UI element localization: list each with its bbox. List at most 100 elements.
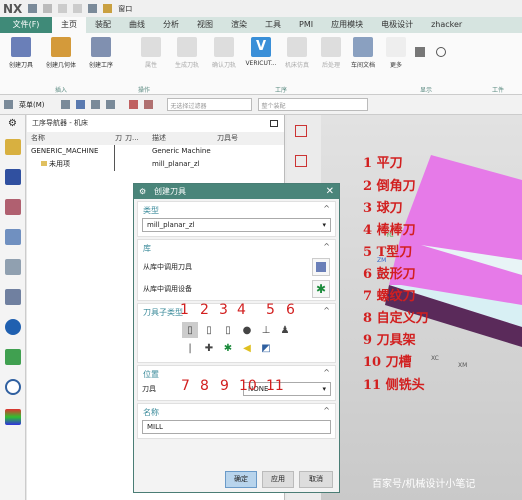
history-icon[interactable] bbox=[4, 379, 21, 395]
dialog-header: ⚙ 创建刀具 ✕ bbox=[134, 184, 339, 199]
collapse-icon[interactable]: ^ bbox=[323, 368, 330, 377]
dialog-title: 创建刀具 bbox=[154, 187, 186, 196]
menu-button[interactable]: 菜单(M) bbox=[19, 100, 45, 110]
color-palette-icon[interactable] bbox=[4, 409, 21, 425]
roles-icon[interactable] bbox=[4, 289, 21, 305]
collapse-icon[interactable]: ^ bbox=[323, 406, 330, 415]
generate-path-button[interactable]: 生成刀轨 bbox=[168, 37, 206, 69]
tab-tools[interactable]: 工具 bbox=[256, 17, 290, 33]
subtype-number: 9 bbox=[220, 378, 229, 394]
type-label: 类型 bbox=[143, 206, 159, 215]
tab-home[interactable]: 主页 bbox=[52, 17, 86, 33]
cancel-button[interactable]: 取消 bbox=[299, 471, 333, 488]
assembly-scope[interactable]: 整个装配 bbox=[257, 98, 368, 111]
collapse-icon[interactable]: ^ bbox=[323, 204, 330, 213]
mill-tool-icon[interactable]: ▯ bbox=[182, 322, 198, 338]
machine-sim-button[interactable]: 机床仿真 bbox=[278, 37, 316, 69]
copy-icon[interactable] bbox=[73, 4, 83, 13]
spherical-mill-icon[interactable]: ● bbox=[239, 322, 255, 338]
touch-mode-icon[interactable] bbox=[88, 4, 98, 13]
settings-icon[interactable]: ⚙ bbox=[0, 118, 25, 129]
geometry-view-icon[interactable] bbox=[90, 100, 100, 109]
name-input[interactable]: MILL bbox=[142, 420, 331, 434]
machine-navigator-icon[interactable] bbox=[4, 169, 21, 185]
maximize-icon[interactable] bbox=[270, 120, 278, 127]
selection-filter[interactable]: 无选择过滤器 bbox=[166, 98, 252, 111]
undo-icon[interactable] bbox=[43, 4, 53, 13]
t-cutter-icon[interactable]: ⊥ bbox=[258, 322, 274, 338]
navigator-title: 工序导航器 - 机床 bbox=[32, 119, 88, 127]
collapse-icon[interactable]: ^ bbox=[323, 242, 330, 251]
retrieve-device-button[interactable]: ✱ bbox=[312, 280, 330, 298]
properties-button[interactable]: 属性 bbox=[132, 37, 170, 69]
ribbon: 创建刀具 创建几何体 创建工序 属性 生成刀轨 确认刀轨 V VERICUT...… bbox=[0, 33, 522, 95]
annotation: 11 侧铣头 bbox=[363, 378, 425, 393]
col-name[interactable]: 名称 bbox=[27, 132, 115, 145]
window-menu[interactable]: 窗口 bbox=[118, 4, 132, 14]
save-icon[interactable] bbox=[28, 4, 38, 13]
ball-mill-icon[interactable]: ▯ bbox=[220, 322, 236, 338]
table-row[interactable]: 未用项 mill_planar_zl bbox=[27, 158, 284, 171]
col-tool[interactable]: 刀 bbox=[115, 132, 125, 145]
window-icon[interactable] bbox=[103, 4, 113, 13]
more-button[interactable]: 更多 bbox=[377, 37, 415, 69]
reuse-library-icon[interactable] bbox=[4, 259, 21, 275]
tab-electrode[interactable]: 电极设计 bbox=[372, 17, 422, 33]
tab-pmi[interactable]: PMI bbox=[290, 17, 322, 33]
cube-icon[interactable] bbox=[295, 155, 307, 167]
redo-icon[interactable] bbox=[58, 4, 68, 13]
display-icon[interactable] bbox=[415, 47, 425, 57]
program-view-icon[interactable] bbox=[60, 100, 70, 109]
verify-path-button[interactable]: 确认刀轨 bbox=[205, 37, 243, 69]
col-tool2[interactable]: 刀... bbox=[125, 132, 152, 145]
group-insert: 插入 bbox=[55, 87, 68, 94]
subtype-number: 4 bbox=[237, 302, 246, 318]
chamfer-mill-icon[interactable]: ▯ bbox=[201, 322, 217, 338]
tool-pocket-icon[interactable]: ◀ bbox=[239, 340, 255, 356]
subtype-number: 6 bbox=[286, 302, 295, 318]
name-label: 名称 bbox=[143, 408, 159, 417]
type-dropdown[interactable]: mill_planar_zl bbox=[142, 218, 331, 232]
form-tool-icon[interactable]: ✚ bbox=[201, 340, 217, 356]
tab-file[interactable]: 文件(F) bbox=[0, 17, 52, 33]
ok-button[interactable]: 确定 bbox=[225, 471, 257, 488]
tab-applications[interactable]: 应用模块 bbox=[322, 17, 372, 33]
create-tool-button[interactable]: 创建刀具 bbox=[2, 37, 40, 69]
thread-mill-icon[interactable]: | bbox=[182, 340, 198, 356]
retrieve-tool-button[interactable] bbox=[312, 258, 330, 276]
vericut-button[interactable]: V VERICUT... bbox=[242, 37, 280, 67]
circle-icon[interactable] bbox=[436, 47, 446, 57]
tool-holder-icon[interactable]: ✱ bbox=[220, 340, 236, 356]
col-tool-number[interactable]: 刀具号 bbox=[217, 132, 272, 145]
apply-button[interactable]: 应用 bbox=[262, 471, 294, 488]
col-desc[interactable]: 描述 bbox=[152, 132, 217, 145]
table-row[interactable]: GENERIC_MACHINE Generic Machine bbox=[27, 145, 284, 158]
create-operation-button[interactable]: 创建工序 bbox=[82, 37, 120, 69]
create-geometry-button[interactable]: 创建几何体 bbox=[42, 37, 80, 69]
tab-assembly[interactable]: 装配 bbox=[86, 17, 120, 33]
head-icon[interactable]: ◩ bbox=[258, 340, 274, 356]
machine-view-icon[interactable] bbox=[75, 100, 85, 109]
tab-analysis[interactable]: 分析 bbox=[154, 17, 188, 33]
subtype-number: 11 bbox=[266, 378, 284, 394]
tab-zhacker[interactable]: zhacker bbox=[422, 17, 471, 33]
menu-icon[interactable] bbox=[4, 100, 13, 109]
tab-view[interactable]: 视图 bbox=[188, 17, 222, 33]
tool-icon[interactable] bbox=[128, 100, 138, 109]
barrel-icon[interactable]: ♟ bbox=[277, 322, 293, 338]
collapse-icon[interactable]: ^ bbox=[323, 306, 330, 315]
quick-access-bar: NX 窗口 bbox=[0, 0, 522, 17]
operation-navigator-icon[interactable] bbox=[4, 139, 21, 155]
tab-curve[interactable]: 曲线 bbox=[120, 17, 154, 33]
tab-render[interactable]: 渲染 bbox=[222, 17, 256, 33]
method-view-icon[interactable] bbox=[105, 100, 115, 109]
annotation: 3 球刀 bbox=[363, 201, 403, 216]
tool-label: 刀具 bbox=[142, 385, 156, 393]
document-icon[interactable] bbox=[4, 349, 21, 365]
box-icon[interactable] bbox=[295, 125, 307, 137]
part-navigator-icon[interactable] bbox=[4, 199, 21, 215]
close-icon[interactable]: ✕ bbox=[326, 184, 334, 199]
assembly-navigator-icon[interactable] bbox=[4, 229, 21, 245]
web-icon[interactable] bbox=[4, 319, 21, 335]
tool2-icon[interactable] bbox=[143, 100, 153, 109]
